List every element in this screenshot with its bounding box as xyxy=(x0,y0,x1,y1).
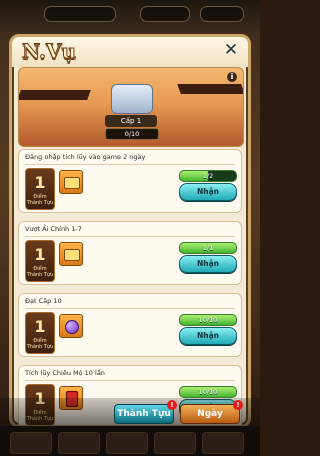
reward-count: 1 xyxy=(34,245,46,264)
purple-gem-icon xyxy=(65,320,79,334)
rank-progress-bar: 0/10 xyxy=(105,128,159,140)
quest-title: Vượt Ải Chính 1-7 xyxy=(25,225,82,233)
reward-count: 1 xyxy=(34,173,46,192)
reward-label: Điểm Thành Tựu xyxy=(26,194,54,206)
quest-progress-bar: 10/10 xyxy=(179,314,237,326)
reward-label: Điểm Thành Tựu xyxy=(26,266,54,278)
pagoda-roof-right xyxy=(177,84,243,94)
claim-button[interactable]: Nhận xyxy=(179,183,237,201)
resource-chip xyxy=(200,6,244,22)
tab-day-label: Ngày xyxy=(197,409,223,419)
resource-chip xyxy=(140,6,190,22)
gold-ingot-icon xyxy=(64,177,80,189)
quest-title: Đăng nhập tích lũy vào game 2 ngày xyxy=(25,153,146,161)
achievement-point-reward: 1 Điểm Thành Tựu xyxy=(25,168,55,210)
nav-button[interactable] xyxy=(154,432,196,454)
panel-header: N.Vụ ✕ xyxy=(12,37,248,67)
nav-button[interactable] xyxy=(58,432,100,454)
gold-ingot-icon[interactable] xyxy=(59,170,83,194)
rank-banner: i Cấp 1 0/10 xyxy=(18,67,244,147)
pagoda-roof-left xyxy=(19,90,91,100)
nav-button[interactable] xyxy=(106,432,148,454)
claim-button-label: Nhận xyxy=(196,331,220,340)
gold-ingot-icon xyxy=(64,249,80,261)
quest-list[interactable]: Đăng nhập tích lũy vào game 2 ngày 1 Điể… xyxy=(18,149,242,425)
quest-progress-text: 10/10 xyxy=(198,388,218,396)
achievement-point-reward: 1 Điểm Thành Tựu xyxy=(25,240,55,282)
quest-panel: N.Vụ ✕ i Cấp 1 0/10 Đăng nhập tích lũy v… xyxy=(9,34,251,428)
divider xyxy=(25,164,235,165)
bottom-nav xyxy=(0,426,260,456)
claim-button-label: Nhận xyxy=(196,259,220,268)
quest-card: Vượt Ải Chính 1-7 1 Điểm Thành Tựu 1/1 N… xyxy=(18,221,242,285)
quest-progress-text: 1/2 xyxy=(202,172,214,180)
claim-button[interactable]: Nhận xyxy=(179,327,237,345)
quest-progress-bar: 1/1 xyxy=(179,242,237,254)
tab-achievement-label: Thành Tựu xyxy=(117,409,171,419)
quest-progress-text: 1/1 xyxy=(202,244,214,252)
reward-count: 1 xyxy=(34,317,46,336)
quest-progress-bar: 1/2 xyxy=(179,170,237,182)
claim-button-label: Nhận xyxy=(196,187,220,196)
quest-progress-text: 10/10 xyxy=(198,316,218,324)
quest-title: Tích lũy Chiêu Mộ 10 lần xyxy=(25,369,105,377)
nav-button[interactable] xyxy=(10,432,52,454)
tab-day[interactable]: Ngày xyxy=(180,404,240,424)
nav-button[interactable] xyxy=(202,432,244,454)
achievement-point-reward: 1 Điểm Thành Tựu xyxy=(25,312,55,354)
panel-title: N.Vụ xyxy=(21,39,77,64)
quest-card: Đăng nhập tích lũy vào game 2 ngày 1 Điể… xyxy=(18,149,242,213)
quest-title: Đạt Cấp 10 xyxy=(25,297,62,305)
quest-progress-bar: 10/10 xyxy=(179,386,237,398)
gold-ingot-icon[interactable] xyxy=(59,242,83,266)
player-name-chip xyxy=(44,6,116,22)
top-status-bar xyxy=(0,0,260,32)
alert-badge: ! xyxy=(233,400,243,410)
quest-card: Đạt Cấp 10 1 Điểm Thành Tựu 10/10 Nhận xyxy=(18,293,242,357)
info-icon[interactable]: i xyxy=(227,72,237,82)
divider xyxy=(25,380,235,381)
divider xyxy=(25,236,235,237)
close-icon[interactable]: ✕ xyxy=(222,41,240,59)
rank-progress-text: 0/10 xyxy=(124,130,140,138)
silver-rank-emblem-icon xyxy=(111,84,153,114)
reward-label: Điểm Thành Tựu xyxy=(26,338,54,350)
alert-badge: ! xyxy=(167,400,177,410)
rank-label: Cấp 1 xyxy=(105,115,157,127)
tab-achievement[interactable]: Thành Tựu xyxy=(114,404,174,424)
divider xyxy=(25,308,235,309)
claim-button[interactable]: Nhận xyxy=(179,255,237,273)
purple-gem-icon[interactable] xyxy=(59,314,83,338)
